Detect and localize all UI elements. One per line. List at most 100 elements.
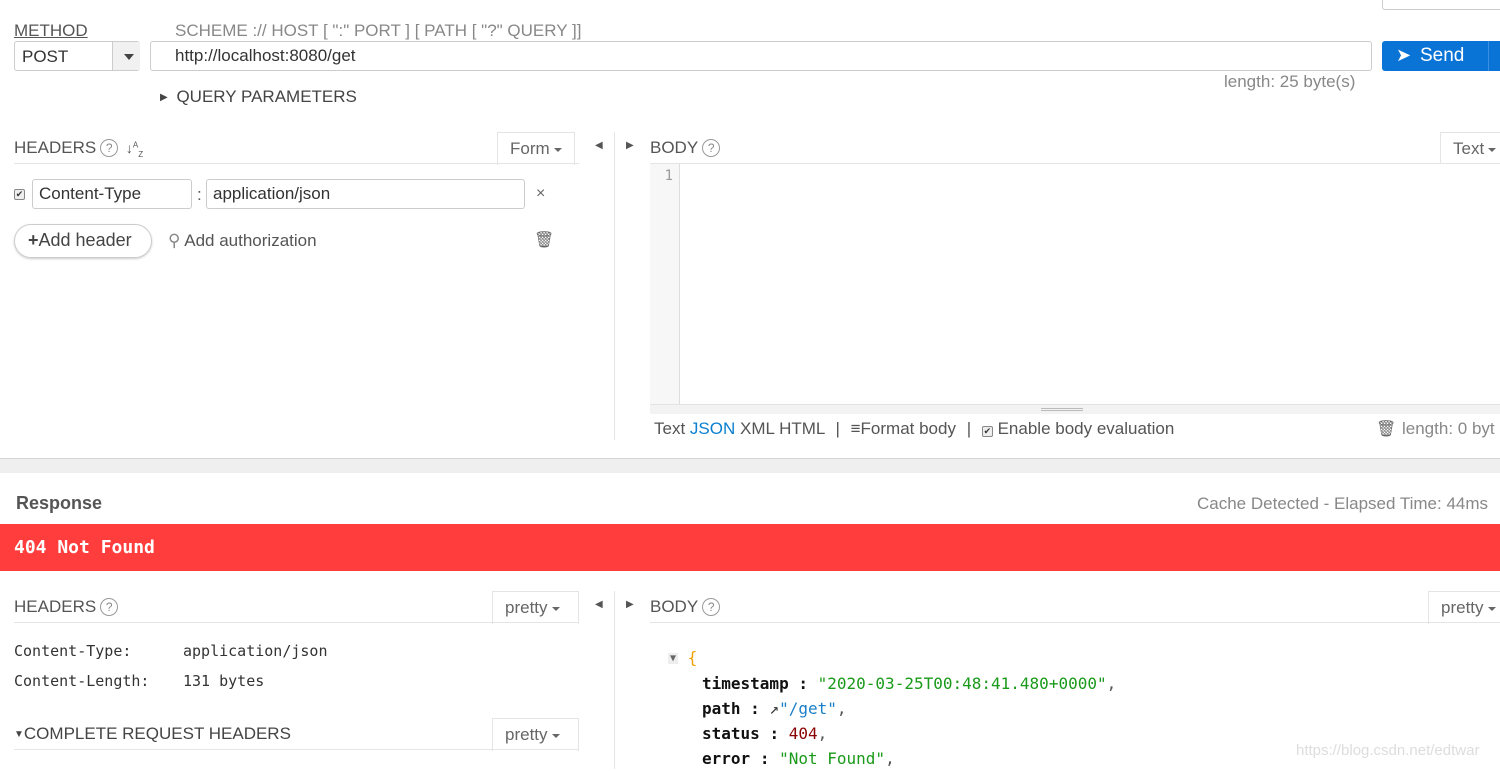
request-headers-title: HEADERS? ↓AZ (14, 138, 143, 159)
url-input[interactable] (150, 41, 1372, 71)
header-colon: : (197, 185, 202, 204)
align-icon: ≡ (850, 419, 861, 438)
mode-value: pretty (505, 598, 548, 617)
help-icon[interactable]: ? (100, 598, 119, 616)
complete-request-headers-toggle[interactable]: ▼COMPLETE REQUEST HEADERS (14, 724, 291, 744)
body-format-bar: Text JSON XML HTML | ≡Format body | ✔ En… (654, 419, 1174, 439)
expand-right-icon[interactable]: ▶ (626, 599, 634, 610)
format-body-label: Format body (860, 419, 956, 438)
response-header-row: Content-Type: application/json (14, 642, 328, 660)
method-select[interactable]: POST (14, 41, 140, 71)
collapse-icon[interactable]: ▼ (668, 653, 679, 664)
header-name: Content-Length: (14, 672, 150, 690)
cache-info: Cache Detected - Elapsed Time: 44ms (1197, 494, 1489, 513)
status-banner: 404 Not Found (0, 524, 1500, 571)
url-hint: SCHEME :// HOST [ ":" PORT ] [ PATH [ "?… (175, 21, 582, 40)
response-header-row: Content-Length: 131 bytes (14, 672, 264, 690)
enable-eval-label: Enable body evaluation (997, 419, 1175, 438)
header-enabled-checkbox[interactable]: ✔ (14, 189, 25, 200)
remove-header-icon[interactable]: × (536, 185, 545, 203)
response-body-title: BODY? (650, 597, 721, 617)
add-header-label: Add header (38, 230, 132, 250)
sort-az-icon[interactable]: ↓AZ (126, 140, 143, 159)
collapse-left-icon[interactable]: ◀ (595, 599, 603, 610)
method-value: POST (22, 47, 69, 66)
json-key: error (702, 749, 751, 768)
json-viewer: ▼ { timestamp : "2020-03-25T00:48:41.480… (668, 645, 1116, 771)
caret-right-icon: ▶ (160, 92, 168, 103)
json-field: path : ↗"/get", (702, 699, 847, 718)
json-key: status (702, 724, 760, 743)
query-parameters-label: QUERY PARAMETERS (176, 87, 357, 106)
paper-plane-icon: ➤ (1396, 45, 1412, 65)
json-link-value[interactable]: "/get" (779, 699, 837, 718)
resize-handle[interactable] (650, 404, 1500, 414)
json-value: 404 (788, 724, 818, 743)
json-field: timestamp : "2020-03-25T00:48:41.480+000… (702, 674, 1117, 693)
add-authorization-label: Add authorization (184, 231, 317, 250)
mode-value: pretty (505, 725, 548, 744)
format-html[interactable]: HTML (779, 419, 825, 438)
method-label: METHOD (14, 21, 88, 40)
mode-value: pretty (1441, 598, 1484, 617)
status-text: 404 Not Found (14, 537, 155, 558)
header-name: Content-Type: (14, 642, 132, 660)
body-editor[interactable]: 1 (650, 164, 1500, 414)
format-xml[interactable]: XML (740, 419, 774, 438)
format-json[interactable]: JSON (690, 419, 735, 438)
body-title-text: BODY (650, 597, 699, 616)
external-link-icon[interactable]: ↗ (769, 699, 779, 718)
enable-eval-checkbox[interactable]: ✔ (981, 426, 993, 437)
watermark: https://blog.csdn.net/edtwar (1296, 742, 1480, 759)
complete-headers-mode-dropdown[interactable]: pretty (492, 718, 579, 751)
complete-request-headers-label: COMPLETE REQUEST HEADERS (23, 724, 291, 743)
request-body-title: BODY? (650, 138, 721, 158)
response-body-mode-dropdown[interactable]: pretty (1428, 591, 1500, 624)
send-label: Send (1420, 45, 1465, 66)
separator: | (966, 419, 972, 438)
open-brace: { (687, 648, 698, 667)
header-value: 131 bytes (183, 672, 265, 690)
add-header-button[interactable]: +Add header (14, 224, 152, 258)
format-text[interactable]: Text (654, 419, 685, 438)
save-button[interactable] (1382, 0, 1500, 10)
body-length: length: 0 byt (1402, 419, 1495, 438)
header-value: application/json (183, 642, 328, 660)
body-title-text: BODY (650, 138, 699, 157)
trash-icon[interactable]: 🗑 (1376, 419, 1396, 439)
caret-down-icon: ▼ (14, 729, 24, 740)
help-icon[interactable]: ? (702, 598, 721, 616)
response-headers-mode-dropdown[interactable]: pretty (492, 591, 579, 624)
query-parameters-toggle[interactable]: ▶ QUERY PARAMETERS (160, 87, 357, 107)
header-name-input[interactable] (32, 179, 192, 209)
separator: | (835, 419, 840, 438)
expand-right-icon[interactable]: ▶ (626, 140, 634, 151)
response-headers-title: HEADERS? (14, 597, 119, 617)
help-icon[interactable]: ? (100, 139, 119, 157)
add-authorization-link[interactable]: ⚲ Add authorization (168, 231, 317, 251)
json-value: "2020-03-25T00:48:41.480+0000" (817, 674, 1107, 693)
headers-mode-dropdown[interactable]: Form (497, 132, 575, 165)
json-value: "Not Found" (779, 749, 886, 768)
json-key: timestamp (702, 674, 789, 693)
send-button[interactable]: ➤ Send (1382, 41, 1500, 71)
key-icon: ⚲ (168, 231, 181, 250)
body-mode-dropdown[interactable]: Text (1440, 132, 1500, 165)
line-number: 1 (664, 168, 673, 184)
plus-icon: + (28, 230, 39, 250)
collapse-left-icon[interactable]: ◀ (595, 140, 603, 151)
body-mode-value: Text (1453, 139, 1485, 158)
line-gutter: 1 (650, 164, 680, 404)
headers-title-text: HEADERS (14, 138, 97, 157)
json-field: error : "Not Found", (702, 749, 895, 768)
url-length: length: 25 byte(s) (1224, 72, 1356, 91)
chevron-down-icon (112, 42, 140, 70)
header-value-input[interactable] (206, 179, 525, 209)
json-key: path (702, 699, 741, 718)
format-body-button[interactable]: ≡Format body (851, 419, 956, 438)
help-icon[interactable]: ? (702, 139, 721, 157)
response-title: Response (16, 493, 103, 513)
trash-icon[interactable]: 🗑 (534, 230, 554, 250)
json-field: status : 404, (702, 724, 828, 743)
headers-title-text: HEADERS (14, 597, 97, 616)
